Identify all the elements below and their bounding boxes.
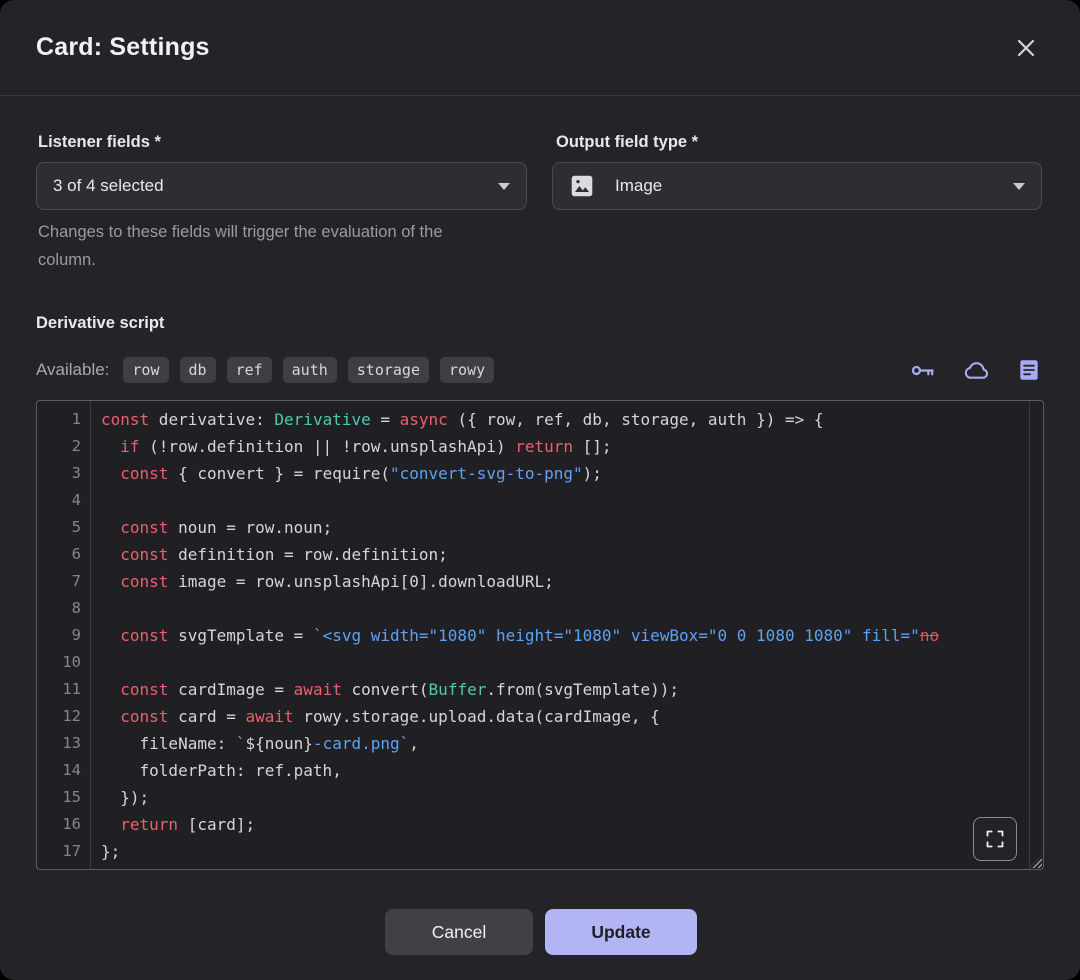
close-icon <box>1014 36 1038 60</box>
secrets-key-button[interactable] <box>909 357 936 384</box>
line-number: 2 <box>37 433 81 460</box>
chip-auth: auth <box>283 357 337 383</box>
code-editor-lines: 1const derivative: Derivative = async ({… <box>37 406 1043 865</box>
chevron-down-icon <box>1013 183 1025 190</box>
code-text: const svgTemplate = `<svg width="1080" h… <box>81 622 1043 649</box>
code-text: }; <box>81 838 1043 865</box>
modal-title: Card: Settings <box>36 33 210 62</box>
chip-row: row <box>123 357 168 383</box>
screen: Card: Settings Listener fields * 3 of 4 … <box>0 0 1080 980</box>
code-text: const { convert } = require("convert-svg… <box>81 460 1043 487</box>
output-field-type-label: Output field type * <box>556 133 698 152</box>
listener-fields-select[interactable]: 3 of 4 selected <box>36 162 527 210</box>
code-text: const noun = row.noun; <box>81 514 1043 541</box>
code-text: if (!row.definition || !row.unsplashApi)… <box>81 433 1043 460</box>
line-number: 13 <box>37 730 81 757</box>
line-number: 11 <box>37 676 81 703</box>
code-line: 15 }); <box>37 784 1043 811</box>
chip-db: db <box>180 357 216 383</box>
cancel-button[interactable]: Cancel <box>385 909 533 955</box>
listener-fields-helper-text: Changes to these fields will trigger the… <box>38 218 468 274</box>
line-number: 12 <box>37 703 81 730</box>
code-text: const card = await rowy.storage.upload.d… <box>81 703 1043 730</box>
image-icon <box>569 173 595 199</box>
code-line: 3 const { convert } = require("convert-s… <box>37 460 1043 487</box>
chip-ref: ref <box>227 357 272 383</box>
code-line: 13 fileName: `${noun}-card.png`, <box>37 730 1043 757</box>
code-line: 16 return [card]; <box>37 811 1043 838</box>
code-line: 7 const image = row.unsplashApi[0].downl… <box>37 568 1043 595</box>
line-number: 3 <box>37 460 81 487</box>
available-label: Available: <box>36 360 109 380</box>
code-text <box>81 487 1043 514</box>
code-text: }); <box>81 784 1043 811</box>
editor-scrollbar[interactable] <box>1029 401 1030 869</box>
code-line: 11 const cardImage = await convert(Buffe… <box>37 676 1043 703</box>
code-text: const derivative: Derivative = async ({ … <box>81 406 1043 433</box>
line-number: 6 <box>37 541 81 568</box>
code-editor[interactable]: 1const derivative: Derivative = async ({… <box>36 400 1044 870</box>
code-line: 9 const svgTemplate = `<svg width="1080"… <box>37 622 1043 649</box>
code-text: const definition = row.definition; <box>81 541 1043 568</box>
line-number: 7 <box>37 568 81 595</box>
code-text: const image = row.unsplashApi[0].downloa… <box>81 568 1043 595</box>
update-button[interactable]: Update <box>545 909 697 955</box>
card-settings-modal: Card: Settings Listener fields * 3 of 4 … <box>0 0 1080 980</box>
listener-fields-value: 3 of 4 selected <box>53 176 164 196</box>
code-line: 6 const definition = row.definition; <box>37 541 1043 568</box>
code-line: 17}; <box>37 838 1043 865</box>
line-number: 5 <box>37 514 81 541</box>
chip-storage: storage <box>348 357 429 383</box>
code-text: return [card]; <box>81 811 1043 838</box>
line-number: 10 <box>37 649 81 676</box>
code-line: 1const derivative: Derivative = async ({… <box>37 406 1043 433</box>
document-icon <box>1016 357 1042 383</box>
code-text <box>81 649 1043 676</box>
line-number: 4 <box>37 487 81 514</box>
code-line: 14 folderPath: ref.path, <box>37 757 1043 784</box>
chevron-down-icon <box>498 183 510 190</box>
code-text: folderPath: ref.path, <box>81 757 1043 784</box>
line-number: 15 <box>37 784 81 811</box>
code-line: 5 const noun = row.noun; <box>37 514 1043 541</box>
code-line: 10 <box>37 649 1043 676</box>
fullscreen-button[interactable] <box>973 817 1017 861</box>
available-variables-row: Available: row db ref auth storage rowy <box>36 352 1042 388</box>
output-field-type-select[interactable]: Image <box>552 162 1042 210</box>
cloud-functions-button[interactable] <box>962 356 990 384</box>
output-field-type-value: Image <box>615 176 662 196</box>
docs-button[interactable] <box>1016 357 1042 383</box>
code-text: fileName: `${noun}-card.png`, <box>81 730 1043 757</box>
fullscreen-icon <box>985 829 1005 849</box>
chip-rowy: rowy <box>440 357 494 383</box>
line-number: 8 <box>37 595 81 622</box>
code-text <box>81 595 1043 622</box>
code-line: 4 <box>37 487 1043 514</box>
cloud-icon <box>962 356 990 384</box>
modal-header: Card: Settings <box>0 0 1080 96</box>
line-number: 16 <box>37 811 81 838</box>
code-text: const cardImage = await convert(Buffer.f… <box>81 676 1043 703</box>
line-number: 9 <box>37 622 81 649</box>
line-number: 17 <box>37 838 81 865</box>
key-icon <box>909 357 936 384</box>
line-number: 1 <box>37 406 81 433</box>
code-line: 12 const card = await rowy.storage.uploa… <box>37 703 1043 730</box>
gutter-divider <box>90 401 91 869</box>
derivative-script-title: Derivative script <box>36 314 164 333</box>
line-number: 14 <box>37 757 81 784</box>
close-button[interactable] <box>1008 30 1044 66</box>
listener-fields-label: Listener fields * <box>38 133 161 152</box>
code-line: 2 if (!row.definition || !row.unsplashAp… <box>37 433 1043 460</box>
code-line: 8 <box>37 595 1043 622</box>
